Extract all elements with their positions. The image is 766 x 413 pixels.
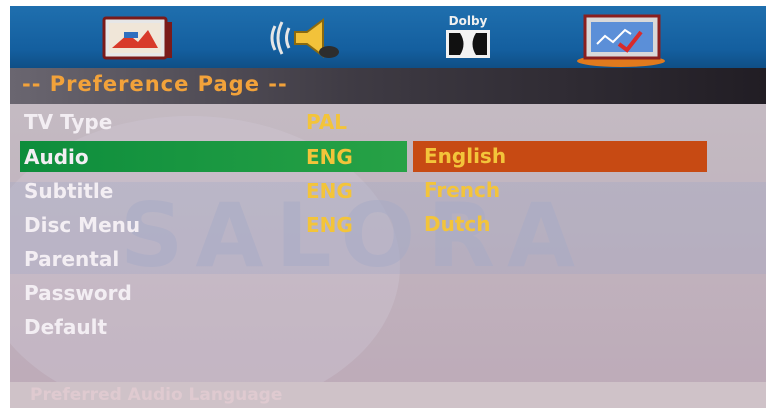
menu-row-value: ENG <box>306 179 353 203</box>
dolby-label: Dolby <box>449 14 488 28</box>
menu-row-label: Parental <box>24 247 120 271</box>
menu-row-tv-type[interactable]: TV Type PAL <box>10 106 766 137</box>
menu-row-default[interactable]: Default <box>10 311 766 342</box>
menu-row-value: ENG <box>306 145 353 169</box>
page-title: -- Preference Page -- <box>22 72 288 96</box>
menu-row-value: ENG <box>306 213 353 237</box>
dolby-setup-icon[interactable]: Dolby <box>438 12 498 64</box>
page-header: -- Preference Page -- <box>10 68 766 104</box>
option-label: Dutch <box>424 212 491 236</box>
menu-row-label: Subtitle <box>24 179 114 203</box>
status-bar: Preferred Audio Language <box>10 382 766 408</box>
menu-row-label: Audio <box>24 145 89 169</box>
status-text: Preferred Audio Language <box>30 385 283 405</box>
option-french[interactable]: French <box>413 175 707 206</box>
option-english[interactable]: English <box>413 141 707 172</box>
general-setup-icon[interactable] <box>100 12 180 64</box>
option-dutch[interactable]: Dutch <box>413 209 707 240</box>
menu-row-label: Disc Menu <box>24 213 141 237</box>
option-label: French <box>424 178 501 202</box>
menu-row-label: TV Type <box>24 110 113 134</box>
option-label: English <box>424 144 507 168</box>
menu-row-label: Password <box>24 281 132 305</box>
audio-setup-icon[interactable] <box>265 12 345 64</box>
preference-setup-icon[interactable] <box>575 12 695 67</box>
osd-screen: Dolby -- Preference Page -- SALORA TV Ty… <box>10 6 766 408</box>
menu-row-label: Default <box>24 315 108 339</box>
menu-row-password[interactable]: Password <box>10 277 766 308</box>
setup-icon-bar: Dolby <box>10 6 766 68</box>
menu-row-parental[interactable]: Parental <box>10 243 766 274</box>
menu-row-value: PAL <box>306 110 348 134</box>
